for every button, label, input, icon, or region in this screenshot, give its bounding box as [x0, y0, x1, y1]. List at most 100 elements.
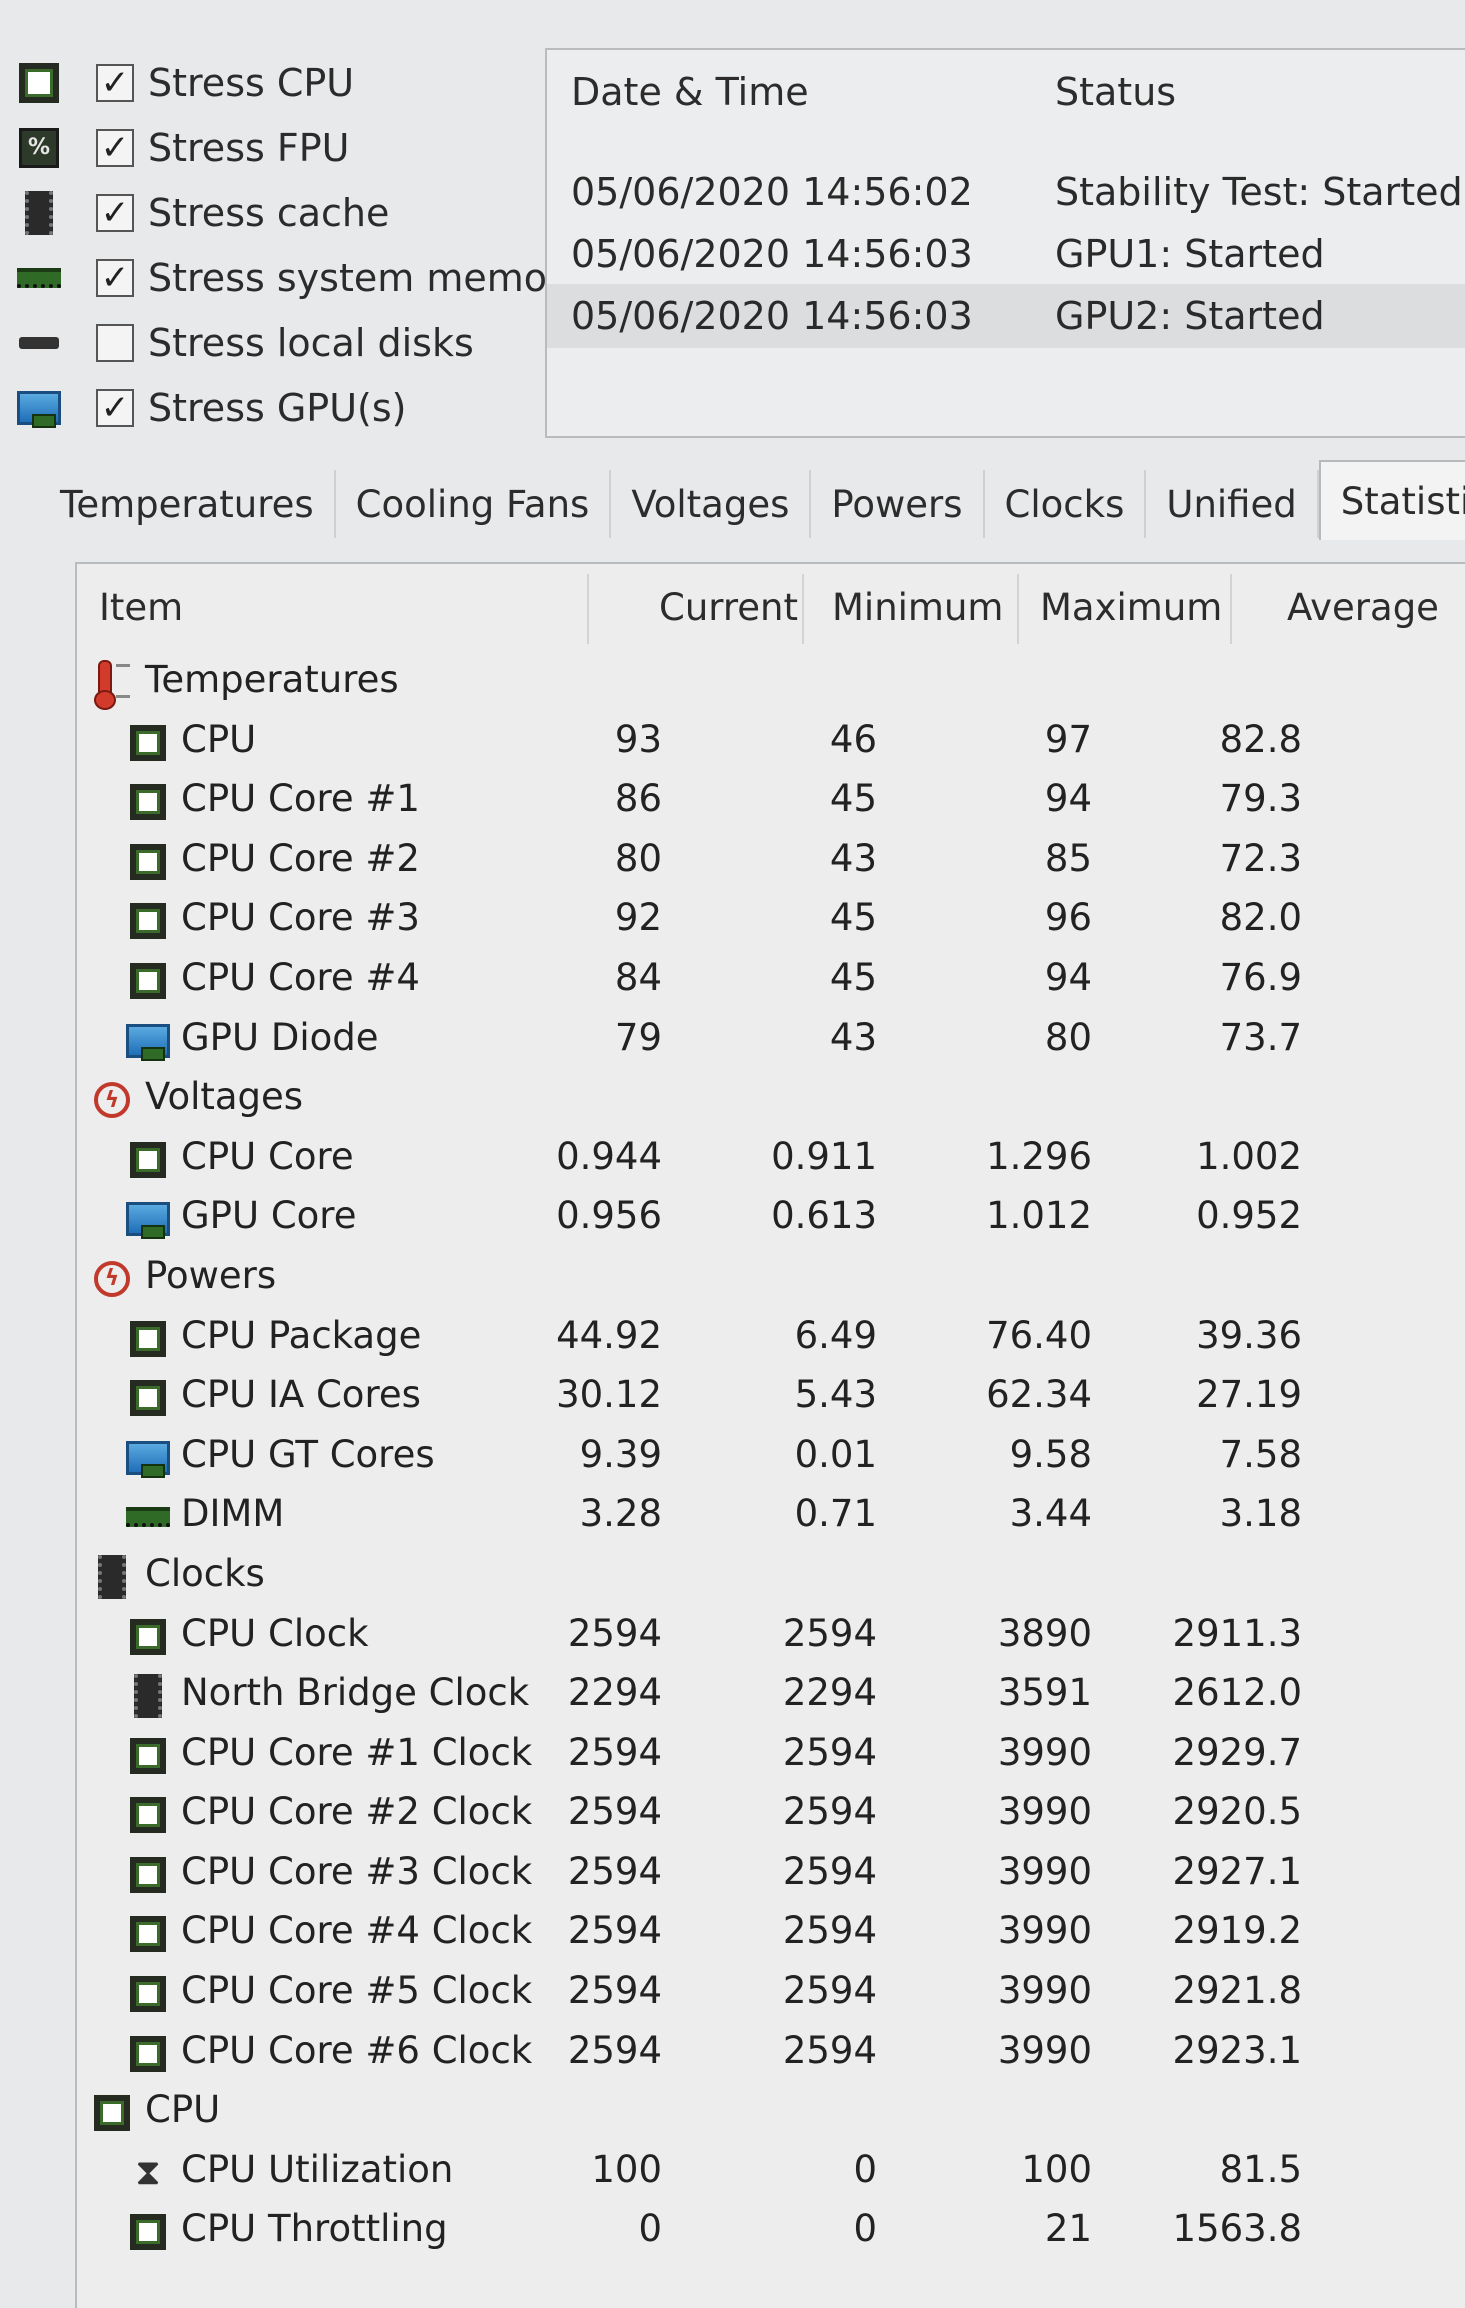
- average-value: 79.3: [1219, 777, 1302, 821]
- column-header-current[interactable]: Current: [659, 586, 798, 629]
- average-value: 2919.2: [1172, 1909, 1302, 1953]
- cache-icon: [125, 1674, 171, 1719]
- tab-unified[interactable]: Unified: [1146, 470, 1319, 538]
- cpu-chip-icon: [125, 2212, 171, 2252]
- maximum-value: 3990: [997, 1909, 1092, 1953]
- table-row[interactable]: CPU Core #3 92 45 96 82.0: [77, 892, 1465, 952]
- log-row[interactable]: 05/06/2020 14:56:03 GPU1: Started: [547, 222, 1465, 286]
- item-label: GPU Diode: [181, 1015, 379, 1059]
- table-row[interactable]: CPU Core #2 Clock 2594 2594 3990 2920.5: [77, 1786, 1465, 1846]
- current-value: 84: [614, 955, 662, 999]
- stress-cache-checkbox[interactable]: ✓: [96, 193, 134, 232]
- group-label: Clocks: [145, 1551, 265, 1595]
- current-value: 2594: [567, 1969, 662, 2013]
- stress-fpu-option[interactable]: % ✓ Stress FPU: [12, 115, 532, 180]
- table-row[interactable]: CPU Core #5 Clock 2594 2594 3990 2921.8: [77, 1965, 1465, 2025]
- stress-gpu-option[interactable]: ✓ Stress GPU(s): [12, 375, 532, 440]
- table-row[interactable]: CPU Core #4 84 45 94 76.9: [77, 952, 1465, 1012]
- table-row[interactable]: CPU Core #6 Clock 2594 2594 3990 2923.1: [77, 2025, 1465, 2085]
- stress-disks-option[interactable]: Stress local disks: [12, 310, 532, 375]
- tab-powers[interactable]: Powers: [811, 470, 985, 538]
- average-value: 0.952: [1196, 1194, 1302, 1238]
- current-value: 86: [614, 777, 662, 821]
- average-value: 3.18: [1219, 1492, 1302, 1536]
- current-value: 2594: [567, 1730, 662, 1774]
- stress-cpu-option[interactable]: ✓ Stress CPU: [12, 50, 532, 115]
- gpu-icon: [125, 1199, 171, 1240]
- item-label: CPU Core #2: [181, 836, 420, 880]
- column-header-item[interactable]: Item: [99, 586, 183, 629]
- table-row[interactable]: North Bridge Clock 2294 2294 3591 2612.0: [77, 1667, 1465, 1727]
- table-row[interactable]: GPU Diode 79 43 80 73.7: [77, 1012, 1465, 1072]
- cpu-chip-icon: [125, 1140, 171, 1180]
- minimum-value: 2594: [782, 1969, 877, 2013]
- item-label: CPU Core #3: [181, 896, 420, 940]
- log-row[interactable]: 05/06/2020 14:56:03 GPU2: Started: [547, 284, 1465, 348]
- item-label: CPU GT Cores: [181, 1432, 435, 1476]
- column-header-maximum[interactable]: Maximum: [1040, 586, 1222, 629]
- tab-cooling-fans[interactable]: Cooling Fans: [336, 470, 612, 538]
- table-row[interactable]: ⧗ CPU Utilization 100 0 100 81.5: [77, 2144, 1465, 2204]
- stress-disks-checkbox[interactable]: [96, 323, 134, 362]
- table-row[interactable]: CPU 93 46 97 82.8: [77, 714, 1465, 774]
- status-log-panel[interactable]: Date & Time Status 05/06/2020 14:56:02 S…: [545, 48, 1465, 438]
- minimum-value: 0.01: [794, 1432, 877, 1476]
- current-value: 3.28: [579, 1492, 662, 1536]
- log-header-datetime[interactable]: Date & Time: [571, 70, 809, 114]
- table-row[interactable]: CPU GT Cores 9.39 0.01 9.58 7.58: [77, 1429, 1465, 1489]
- minimum-value: 0.911: [771, 1134, 877, 1178]
- cache-icon: [16, 190, 62, 235]
- group-row[interactable]: ϟ Powers: [77, 1250, 1465, 1310]
- cpu-chip-icon: [125, 1914, 171, 1954]
- cpu-chip-icon: [125, 723, 171, 763]
- current-value: 2294: [567, 1671, 662, 1715]
- table-row[interactable]: CPU Package 44.92 6.49 76.40 39.36: [77, 1310, 1465, 1370]
- group-row[interactable]: CPU: [77, 2084, 1465, 2144]
- stress-cpu-checkbox[interactable]: ✓: [96, 63, 134, 102]
- minimum-value: 2294: [782, 1671, 877, 1715]
- group-row[interactable]: Clocks: [77, 1548, 1465, 1608]
- table-row[interactable]: CPU Core #1 Clock 2594 2594 3990 2929.7: [77, 1727, 1465, 1787]
- cpu-chip-icon: [125, 1617, 171, 1657]
- stress-memory-option[interactable]: ✓ Stress system memory: [12, 245, 585, 310]
- stress-gpu-checkbox[interactable]: ✓: [96, 388, 134, 427]
- group-row[interactable]: ϟ Voltages: [77, 1071, 1465, 1131]
- table-row[interactable]: CPU Core #4 Clock 2594 2594 3990 2919.2: [77, 1905, 1465, 1965]
- column-header-average[interactable]: Average: [1287, 586, 1439, 629]
- tab-temperatures[interactable]: Temperatures: [40, 470, 336, 538]
- log-status: Stability Test: Started: [1055, 170, 1463, 214]
- maximum-value: 80: [1044, 1015, 1092, 1059]
- table-row[interactable]: CPU Core #3 Clock 2594 2594 3990 2927.1: [77, 1846, 1465, 1906]
- maximum-value: 21: [1044, 2207, 1092, 2251]
- minimum-value: 2594: [782, 1611, 877, 1655]
- table-row[interactable]: CPU Throttling 0 0 21 1563.8: [77, 2203, 1465, 2263]
- column-header-minimum[interactable]: Minimum: [832, 586, 1003, 629]
- table-row[interactable]: CPU Core #2 80 43 85 72.3: [77, 833, 1465, 893]
- stress-fpu-checkbox[interactable]: ✓: [96, 128, 134, 167]
- cpu-chip-icon: [125, 2034, 171, 2074]
- log-header-status[interactable]: Status: [1055, 70, 1176, 114]
- group-row[interactable]: Temperatures: [77, 654, 1465, 714]
- stress-disks-label: Stress local disks: [148, 320, 474, 365]
- tab-statistics[interactable]: Statistics: [1318, 460, 1465, 540]
- table-row[interactable]: GPU Core 0.956 0.613 1.012 0.952: [77, 1190, 1465, 1250]
- table-row[interactable]: DIMM 3.28 0.71 3.44 3.18: [77, 1488, 1465, 1548]
- stress-memory-checkbox[interactable]: ✓: [96, 258, 134, 297]
- average-value: 7.58: [1219, 1432, 1302, 1476]
- average-value: 81.5: [1219, 2147, 1302, 2191]
- table-row[interactable]: CPU Clock 2594 2594 3890 2911.3: [77, 1608, 1465, 1668]
- minimum-value: 0: [853, 2147, 877, 2191]
- table-row[interactable]: CPU Core 0.944 0.911 1.296 1.002: [77, 1131, 1465, 1191]
- item-label: CPU Utilization: [181, 2147, 454, 2191]
- maximum-value: 85: [1044, 836, 1092, 880]
- cache-icon: [89, 1554, 135, 1599]
- table-row[interactable]: CPU Core #1 86 45 94 79.3: [77, 773, 1465, 833]
- log-row[interactable]: 05/06/2020 14:56:02 Stability Test: Star…: [547, 160, 1465, 224]
- table-row[interactable]: CPU IA Cores 30.12 5.43 62.34 27.19: [77, 1369, 1465, 1429]
- tab-voltages[interactable]: Voltages: [611, 470, 812, 538]
- stress-cache-option[interactable]: ✓ Stress cache: [12, 180, 532, 245]
- group-label: Voltages: [145, 1075, 304, 1119]
- gpu-icon: [125, 1021, 171, 1061]
- tab-clocks[interactable]: Clocks: [985, 470, 1147, 538]
- statistics-table[interactable]: Item Current Minimum Maximum Average Tem…: [75, 562, 1465, 2308]
